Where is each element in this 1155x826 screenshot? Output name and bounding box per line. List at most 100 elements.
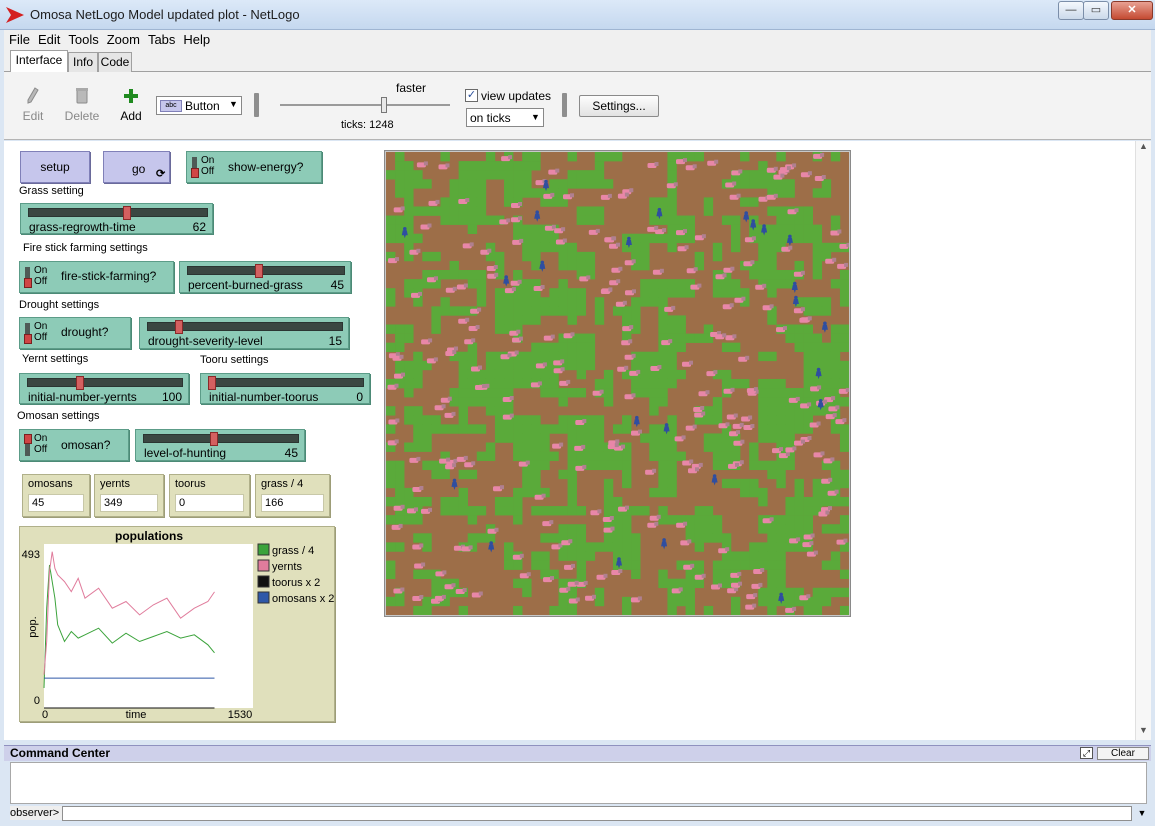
speed-slider-handle[interactable]: [381, 97, 387, 113]
fire-stick-farming-switch[interactable]: On Off fire-stick-farming?: [19, 261, 174, 293]
initial-number-toorus-slider[interactable]: initial-number-toorus 0: [200, 373, 370, 404]
grass-patch: [667, 460, 677, 471]
command-input[interactable]: [62, 806, 1132, 821]
grass-patch: [667, 360, 677, 371]
switch-toggle[interactable]: On Off: [23, 321, 51, 345]
tab-interface[interactable]: Interface: [10, 50, 68, 72]
world-view[interactable]: [384, 150, 851, 617]
grass-patch: [576, 288, 587, 298]
slider-handle[interactable]: [122, 206, 131, 220]
menu-file[interactable]: File: [4, 30, 33, 48]
add-tool[interactable]: Add: [116, 86, 146, 123]
grass-patch: [476, 397, 487, 407]
switch-toggle[interactable]: On Off: [190, 155, 218, 179]
drought-switch[interactable]: On Off drought?: [19, 317, 131, 349]
grass-regrowth-time-slider[interactable]: grass-regrowth-time 62: [20, 203, 213, 234]
drought-severity-level-slider[interactable]: drought-severity-level 15: [139, 317, 349, 349]
expand-icon[interactable]: ⤢: [1080, 747, 1093, 759]
switch-toggle[interactable]: On Off: [23, 433, 51, 457]
grass-patch: [431, 251, 441, 262]
grass-patch: [585, 342, 596, 353]
grass-patch: [839, 515, 849, 525]
monitor-label: yernts: [100, 478, 130, 490]
view-updates-checkbox[interactable]: ✓: [465, 89, 478, 102]
slider-label: level-of-hunting: [144, 446, 227, 460]
slider-handle[interactable]: [75, 376, 84, 390]
x-tick-max: 1530: [228, 709, 252, 721]
close-button[interactable]: ✕: [1111, 1, 1153, 20]
grass-patch: [513, 179, 523, 189]
settings-button[interactable]: Settings...: [579, 95, 659, 117]
grass-patch: [440, 424, 450, 434]
slider-handle[interactable]: [209, 432, 218, 446]
menu-help[interactable]: Help: [178, 30, 213, 48]
world-canvas[interactable]: [386, 152, 849, 615]
slider-handle[interactable]: [175, 320, 184, 334]
clear-button[interactable]: Clear: [1097, 747, 1149, 760]
minimize-button[interactable]: —: [1058, 1, 1084, 20]
omosan-switch[interactable]: On Off omosan?: [19, 429, 129, 461]
grass-patch: [567, 351, 577, 362]
grass-patch: [721, 533, 732, 543]
menu-edit[interactable]: Edit: [33, 30, 63, 48]
grass-patch: [767, 206, 777, 216]
grass-patch: [476, 170, 487, 180]
grass-patch: [513, 378, 523, 389]
update-mode-select[interactable]: on ticks ▼: [466, 108, 544, 127]
grass-patch: [830, 369, 841, 380]
grass-patch: [712, 533, 723, 543]
grass-patch: [567, 242, 577, 253]
grass-patch: [839, 288, 849, 298]
initial-number-yernts-slider[interactable]: initial-number-yernts 100: [19, 373, 189, 404]
grass-patch: [549, 351, 559, 362]
grass-patch: [649, 369, 659, 380]
grass-patch: [821, 360, 832, 371]
maximize-button[interactable]: ▭: [1083, 1, 1109, 20]
chevron-down-icon[interactable]: ▼: [1136, 806, 1148, 821]
switch-toggle[interactable]: On Off: [23, 265, 51, 289]
tab-code[interactable]: Code: [98, 52, 132, 72]
percent-burned-grass-slider[interactable]: percent-burned-grass 45: [179, 261, 351, 293]
interface-scrollbar[interactable]: ▲ ▼: [1135, 141, 1151, 740]
slider-handle[interactable]: [208, 376, 216, 390]
show-energy-switch[interactable]: On Off show-energy?: [186, 151, 322, 183]
grass-patch: [585, 424, 596, 434]
grass-patch: [522, 378, 532, 389]
speed-slider-track[interactable]: [280, 104, 450, 106]
fire-stick-note: Fire stick farming settings: [23, 242, 148, 254]
setup-button[interactable]: setup: [20, 151, 90, 183]
grass-patch: [667, 351, 677, 362]
menu-bar: File Edit Tools Zoom Tabs Help: [4, 30, 1151, 50]
grass-patch: [440, 197, 450, 207]
level-of-hunting-slider[interactable]: level-of-hunting 45: [135, 429, 305, 461]
grass-patch: [504, 369, 514, 380]
grass-patch: [758, 424, 768, 434]
grass-patch: [558, 469, 568, 480]
menu-tabs[interactable]: Tabs: [143, 30, 178, 48]
grass-patch: [431, 206, 441, 216]
grass-patch: [513, 369, 523, 380]
grass-patch: [767, 233, 777, 244]
menu-tools[interactable]: Tools: [63, 30, 101, 48]
grass-patch: [440, 496, 450, 507]
grass-patch: [404, 333, 414, 343]
switch-off-label: Off: [34, 276, 48, 287]
delete-tool[interactable]: Delete: [64, 86, 100, 123]
observer-prompt[interactable]: observer>: [10, 806, 62, 820]
grass-patch: [567, 315, 577, 325]
scroll-up-icon[interactable]: ▲: [1139, 141, 1148, 151]
grass-patch: [767, 251, 777, 262]
scroll-down-icon[interactable]: ▼: [1139, 725, 1148, 735]
grass-patch: [785, 215, 795, 225]
go-button[interactable]: go ⟳: [103, 151, 170, 183]
tab-info[interactable]: Info: [68, 52, 98, 72]
grass-patch: [476, 188, 487, 198]
grass-patch: [576, 251, 587, 262]
grass-patch: [522, 369, 532, 380]
grass-patch: [703, 506, 714, 516]
slider-handle[interactable]: [254, 264, 263, 278]
menu-zoom[interactable]: Zoom: [102, 30, 143, 48]
grass-patch: [522, 306, 532, 316]
widget-type-select[interactable]: abc Button ▼: [156, 96, 242, 115]
edit-tool[interactable]: Edit: [20, 86, 46, 123]
